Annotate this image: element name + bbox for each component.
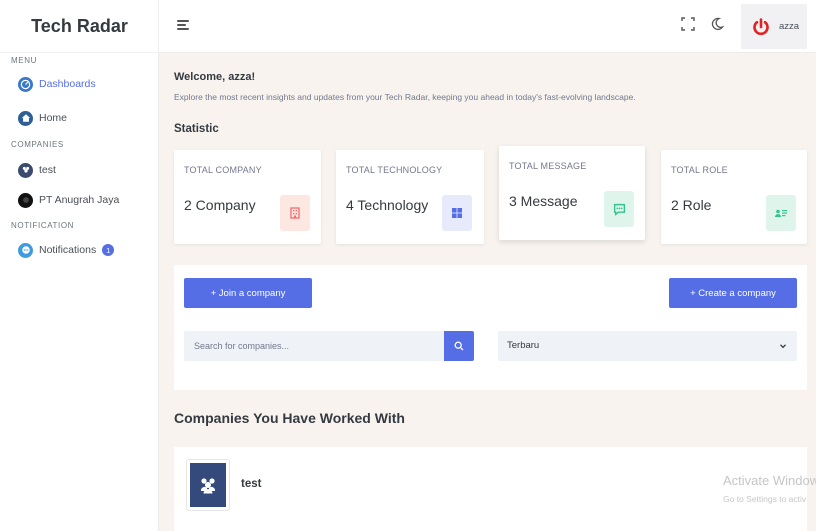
stat-value: 2 Role	[671, 197, 712, 213]
companies-section-title: Companies You Have Worked With	[174, 410, 405, 426]
search-field	[184, 331, 454, 361]
sidebar-item-test[interactable]: test	[18, 160, 56, 180]
company-logo-icon	[18, 192, 33, 208]
moon-icon[interactable]	[710, 17, 726, 35]
section-menu: MENU	[11, 56, 37, 65]
create-company-button[interactable]: + Create a company	[669, 278, 797, 308]
fullscreen-icon[interactable]	[681, 17, 697, 35]
sidebar-item-notifications[interactable]: Notifications 1	[18, 240, 115, 260]
sidebar-item-pt-anugrah-jaya[interactable]: PT Anugrah Jaya	[18, 190, 119, 210]
search-input[interactable]	[184, 331, 424, 361]
message-icon	[604, 191, 634, 227]
stat-label: TOTAL TECHNOLOGY	[346, 165, 443, 175]
sidebar-item-label: Home	[39, 112, 68, 124]
stat-label: TOTAL MESSAGE	[509, 161, 587, 171]
welcome-title: Welcome, azza!	[174, 71, 256, 83]
notification-count-badge: 1	[102, 244, 115, 256]
search-icon	[454, 341, 464, 351]
power-icon	[753, 17, 769, 35]
chat-bubble-icon	[18, 242, 33, 258]
sort-selected-value: Terbaru	[507, 340, 540, 351]
username: azza	[779, 21, 800, 32]
stat-value: 3 Message	[509, 193, 578, 209]
building-icon	[280, 195, 310, 231]
statistic-title: Statistic	[174, 123, 219, 135]
section-notification: NOTIFICATION	[11, 221, 75, 230]
stat-label: TOTAL COMPANY	[184, 165, 262, 175]
sidebar: Tech Radar MENU Dashboards Home COMPANIE…	[0, 0, 159, 531]
stat-value: 2 Company	[184, 197, 256, 213]
company-avatar	[186, 459, 230, 511]
sidebar-item-label: test	[39, 164, 56, 176]
stat-card-role: TOTAL ROLE 2 Role	[661, 150, 807, 244]
section-companies: COMPANIES	[11, 140, 64, 149]
user-menu[interactable]: azza	[741, 4, 807, 49]
home-icon	[18, 110, 33, 126]
sidebar-item-label: PT Anugrah Jaya	[39, 194, 120, 206]
sidebar-item-label: Dashboards	[39, 78, 96, 90]
search-button[interactable]	[444, 331, 474, 361]
company-card[interactable]: test	[174, 447, 807, 531]
company-logo-icon	[18, 162, 33, 178]
company-name[interactable]: test	[241, 478, 261, 490]
dashboard-icon	[18, 76, 33, 92]
welcome-subtitle: Explore the most recent insights and upd…	[174, 92, 636, 102]
group-icon	[190, 463, 226, 507]
sidebar-item-label: Notifications	[39, 244, 97, 256]
stat-card-message: TOTAL MESSAGE 3 Message	[499, 146, 645, 240]
sidebar-item-home[interactable]: Home	[18, 108, 67, 128]
activate-windows-watermark: Activate Window	[723, 473, 816, 488]
company-actions-panel: + Join a company + Create a company Terb…	[174, 265, 807, 390]
topbar: azza	[159, 0, 816, 53]
stat-card-company: TOTAL COMPANY 2 Company	[174, 150, 321, 244]
chevron-down-icon	[780, 344, 786, 349]
id-card-icon	[766, 195, 796, 231]
sort-select[interactable]: Terbaru	[498, 331, 797, 361]
stat-value: 4 Technology	[346, 197, 429, 213]
stat-card-technology: TOTAL TECHNOLOGY 4 Technology	[336, 150, 484, 244]
windows-icon	[442, 195, 472, 231]
brand-logo[interactable]: Tech Radar	[0, 0, 159, 53]
menu-icon[interactable]	[177, 19, 191, 31]
join-company-button[interactable]: + Join a company	[184, 278, 312, 308]
activate-windows-subtext: Go to Settings to activ	[723, 494, 807, 504]
stat-label: TOTAL ROLE	[671, 165, 728, 175]
sidebar-item-dashboards[interactable]: Dashboards	[18, 74, 96, 94]
